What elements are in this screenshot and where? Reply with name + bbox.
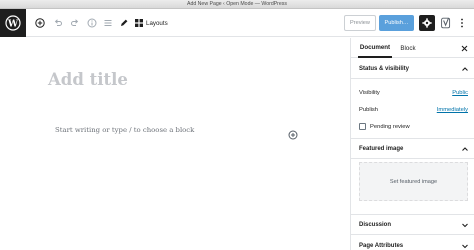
preview-button[interactable]: Preview bbox=[344, 15, 376, 31]
chevron-up-icon bbox=[462, 147, 468, 151]
editor-canvas: Add title Start writing or type / to cho… bbox=[0, 38, 350, 250]
set-featured-image-button[interactable]: Set featured image bbox=[359, 162, 468, 201]
panel-attributes-heading: Page Attributes bbox=[359, 243, 404, 249]
chevron-up-icon bbox=[462, 67, 468, 71]
editor-app: W Layouts Preview Publish… Add title Sta… bbox=[0, 9, 474, 250]
add-block-icon[interactable] bbox=[33, 16, 47, 30]
chevron-down-icon bbox=[462, 244, 468, 249]
layouts-label: Layouts bbox=[146, 19, 168, 27]
panel-page-attributes[interactable]: Page Attributes bbox=[351, 236, 474, 250]
edit-pencil-icon[interactable] bbox=[117, 16, 131, 30]
top-toolbar: W Layouts Preview Publish… bbox=[0, 9, 474, 37]
layouts-grid-icon bbox=[135, 19, 143, 27]
settings-gear-icon[interactable] bbox=[419, 15, 435, 31]
pending-review-row[interactable]: Pending review bbox=[359, 123, 410, 130]
publish-date-toggle[interactable]: Immediately bbox=[437, 107, 468, 113]
window-titlebar: Add New Page ‹ Open Mode — WordPress bbox=[0, 0, 474, 9]
yoast-seo-icon[interactable] bbox=[439, 15, 453, 31]
settings-sidebar: Document Block Status & visibility Visib… bbox=[350, 38, 474, 250]
undo-icon[interactable] bbox=[51, 16, 65, 30]
publish-label: Publish bbox=[359, 107, 379, 113]
panel-discussion[interactable]: Discussion bbox=[351, 215, 474, 235]
sidebar-tabs: Document Block bbox=[351, 38, 474, 58]
svg-text:W: W bbox=[7, 19, 19, 29]
tab-document[interactable]: Document bbox=[358, 38, 392, 58]
window-title: Add New Page ‹ Open Mode — WordPress bbox=[187, 1, 287, 7]
pending-review-checkbox[interactable] bbox=[359, 123, 366, 130]
visibility-toggle[interactable]: Public bbox=[452, 90, 468, 96]
block-placeholder[interactable]: Start writing or type / to choose a bloc… bbox=[55, 126, 194, 134]
tab-block[interactable]: Block bbox=[398, 38, 418, 58]
publish-button[interactable]: Publish… bbox=[379, 15, 414, 31]
post-title-input[interactable]: Add title bbox=[48, 70, 128, 89]
pending-review-label: Pending review bbox=[370, 123, 410, 130]
visibility-row: Visibility Public bbox=[359, 90, 468, 96]
visibility-label: Visibility bbox=[359, 90, 380, 96]
publish-row: Publish Immediately bbox=[359, 107, 468, 113]
close-sidebar-icon[interactable] bbox=[459, 43, 469, 53]
info-icon[interactable] bbox=[85, 16, 99, 30]
panel-status-visibility[interactable]: Status & visibility bbox=[351, 59, 474, 79]
wordpress-logo-icon[interactable]: W bbox=[0, 9, 26, 37]
layouts-button[interactable]: Layouts bbox=[135, 16, 168, 30]
block-navigation-icon[interactable] bbox=[101, 16, 115, 30]
chevron-down-icon bbox=[462, 223, 468, 228]
redo-icon[interactable] bbox=[68, 16, 82, 30]
panel-status-heading: Status & visibility bbox=[359, 65, 410, 72]
panel-featured-image[interactable]: Featured image bbox=[351, 139, 474, 159]
panel-featured-heading: Featured image bbox=[359, 145, 404, 152]
panel-discussion-heading: Discussion bbox=[359, 221, 392, 228]
inline-inserter-icon[interactable] bbox=[288, 127, 298, 140]
more-options-icon[interactable] bbox=[456, 15, 468, 31]
